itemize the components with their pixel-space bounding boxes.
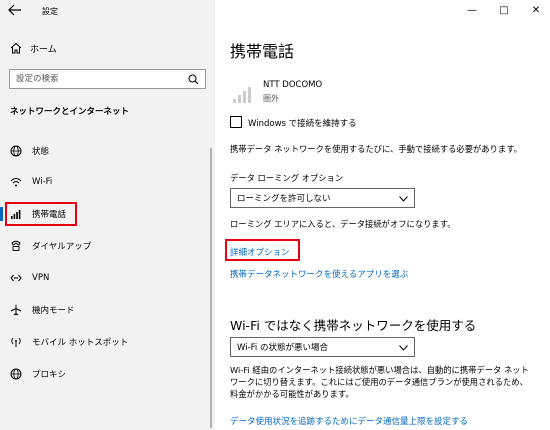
wifi-paragraph: Wi-Fi 経由のインターネット接続状態が悪い場合は、自動的に携帯データ ネット… xyxy=(230,365,529,399)
sidebar-item-label: プロキシ xyxy=(32,370,67,380)
search-box[interactable] xyxy=(9,69,206,89)
vpn-icon xyxy=(10,272,22,284)
sidebar-item-label: Wi-Fi xyxy=(32,177,53,187)
globe-icon xyxy=(10,145,22,157)
sidebar-item-dialup[interactable]: ダイヤルアップ xyxy=(0,236,215,256)
data-limit-link[interactable]: データ使用状況を追跡するためにデータ通信量上限を設定する xyxy=(230,415,468,427)
highlight-box xyxy=(5,202,77,226)
roaming-label: データ ローミング オプション xyxy=(230,173,344,183)
sidebar-item-label: モバイル ホットスポット xyxy=(32,338,129,348)
maximize-button[interactable]: □ xyxy=(497,3,511,17)
carrier-status: 圏外 xyxy=(263,94,279,103)
carrier-name: NTT DOCOMO xyxy=(263,80,323,90)
wifi-option-dropdown[interactable]: Wi-Fi の状態が悪い場合 xyxy=(230,337,415,357)
phone-icon xyxy=(10,240,22,252)
home-link[interactable]: ホーム xyxy=(10,40,57,56)
minimize-button[interactable]: — xyxy=(465,3,479,17)
sidebar-item-vpn[interactable]: VPN xyxy=(0,268,215,288)
home-label: ホーム xyxy=(30,44,57,55)
sidebar-item-label: 機内モード xyxy=(32,306,75,316)
wifi-icon xyxy=(10,176,22,188)
sidebar-item-airplane[interactable]: 機内モード xyxy=(0,300,215,320)
chevron-down-icon xyxy=(399,344,408,351)
search-input[interactable] xyxy=(16,74,188,84)
search-icon[interactable] xyxy=(188,74,199,85)
sidebar-item-hotspot[interactable]: モバイル ホットスポット xyxy=(0,332,215,352)
sidebar-item-label: 状態 xyxy=(32,147,50,157)
app-title: 設定 xyxy=(42,7,58,16)
sidebar-item-label: ダイヤルアップ xyxy=(32,242,92,252)
data-description: 携帯データ ネットワークを使用するたびに、手動で接続する必要があります。 xyxy=(230,144,522,154)
wifi-section-title: Wi-Fi ではなく携帯ネットワークを使用する xyxy=(230,318,477,333)
sidebar-item-proxy[interactable]: プロキシ xyxy=(0,364,215,384)
home-icon xyxy=(10,42,22,54)
close-button[interactable]: ✕ xyxy=(529,3,543,17)
roaming-value: ローミングを許可しない xyxy=(237,194,331,204)
chevron-down-icon xyxy=(399,195,408,202)
sidebar-scrollbar[interactable] xyxy=(210,148,212,428)
apps-link[interactable]: 携帯データネットワークを使えるアプリを選ぶ xyxy=(230,268,408,280)
keep-connected-label[interactable]: Windows で接続を維持する xyxy=(248,117,357,129)
airplane-icon xyxy=(10,304,22,316)
globe-icon xyxy=(10,368,22,380)
sidebar: 設定 ホーム ネットワークとインターネット 状態 Wi-Fi 携帯電話 xyxy=(0,0,215,430)
section-title: ネットワークとインターネット xyxy=(10,107,130,117)
sidebar-item-wifi[interactable]: Wi-Fi xyxy=(0,172,215,192)
sidebar-item-status[interactable]: 状態 xyxy=(0,141,215,161)
main-content: — □ ✕ 携帯電話 NTT DOCOMO 圏外 Windows で接続を維持す… xyxy=(215,0,550,430)
keep-connected-checkbox[interactable] xyxy=(230,116,242,128)
hotspot-icon xyxy=(10,336,22,348)
roaming-note: ローミング エリアに入ると、データ接続がオフになります。 xyxy=(230,219,456,229)
signal-icon xyxy=(232,84,254,104)
sidebar-item-label: VPN xyxy=(32,273,50,283)
highlight-box xyxy=(225,239,300,261)
roaming-dropdown[interactable]: ローミングを許可しない xyxy=(230,188,415,208)
wifi-option-value: Wi-Fi の状態が悪い場合 xyxy=(237,343,328,353)
page-title: 携帯電話 xyxy=(230,42,295,61)
back-arrow-icon[interactable] xyxy=(8,4,24,18)
